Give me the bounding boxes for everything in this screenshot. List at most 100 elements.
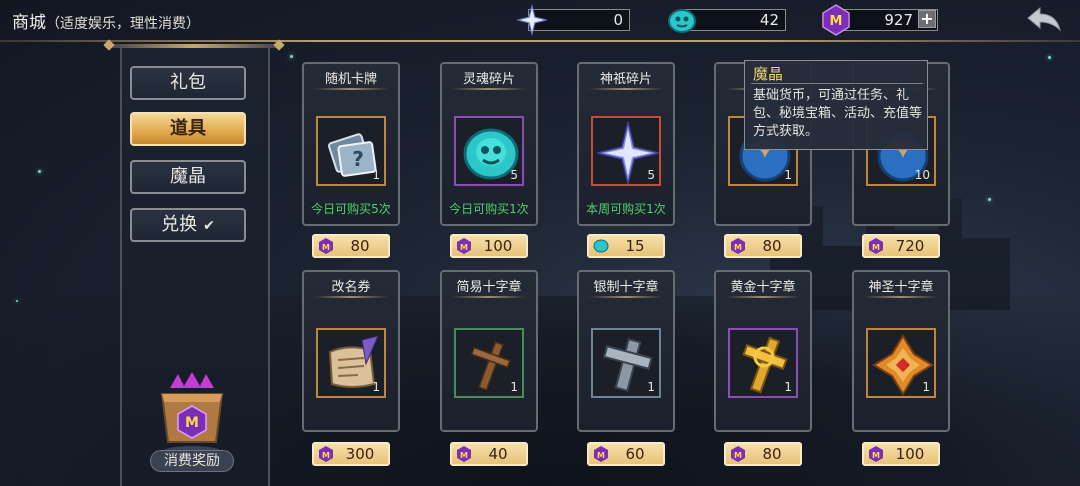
sidebar-top-ornament — [105, 44, 283, 48]
item-name: 黄金十字章 — [730, 280, 796, 295]
item-quantity: 1 — [784, 168, 792, 182]
buy-button[interactable]: M 40 — [450, 442, 528, 466]
magic-crystal-icon: M — [594, 446, 608, 462]
price-value: 40 — [488, 445, 508, 463]
top-bar: 商城（适度娱乐，理性消费） 0 42 927 M + — [0, 0, 1080, 42]
item-quantity: 1 — [372, 380, 380, 394]
page-title-text: 商城 — [12, 13, 46, 33]
spending-reward-label[interactable]: 消费奖励 — [150, 450, 234, 472]
item-quantity: 1 — [784, 380, 792, 394]
item-slot: 5 — [591, 116, 661, 186]
svg-text:M: M — [872, 243, 880, 252]
divider-ornament — [452, 296, 526, 298]
divider-ornament — [314, 296, 388, 298]
divider-ornament — [452, 88, 526, 90]
price-value: 100 — [895, 445, 925, 463]
shop-item-card[interactable]: 改名券 1 — [302, 270, 400, 432]
divider-ornament — [864, 296, 938, 298]
star-decoration — [988, 198, 991, 201]
divider-ornament — [726, 296, 800, 298]
sidebar-item-gift-pack[interactable]: 礼包 — [130, 66, 246, 100]
item-slot: 1 — [316, 328, 386, 398]
star-shard-icon — [516, 4, 548, 36]
buy-button[interactable]: M 100 — [450, 234, 528, 258]
price-value: 80 — [762, 445, 782, 463]
magic-crystal-icon: M — [319, 446, 333, 462]
buy-button[interactable]: M 100 — [862, 442, 940, 466]
shop-item-card[interactable]: 黄金十字章 1 — [714, 270, 812, 432]
item-slot: ? 1 — [316, 116, 386, 186]
shop-item-card[interactable]: 神圣十字章 1 — [852, 270, 950, 432]
svg-text:M: M — [322, 451, 330, 460]
sidebar-item-items[interactable]: 道具 — [130, 112, 246, 146]
svg-text:M: M — [734, 243, 742, 252]
buy-button[interactable]: M 300 — [312, 442, 390, 466]
svg-text:?: ? — [352, 147, 364, 171]
price-value: 60 — [625, 445, 645, 463]
item-quantity: 1 — [922, 380, 930, 394]
shop-item-card[interactable]: 简易十字章 1 — [440, 270, 538, 432]
item-slot: 1 — [591, 328, 661, 398]
svg-text:M: M — [830, 14, 843, 29]
svg-text:M: M — [734, 451, 742, 460]
item-quantity: 1 — [647, 380, 655, 394]
item-name: 银制十字章 — [593, 280, 659, 295]
item-name: 神祇碎片 — [599, 72, 652, 87]
currency-tooltip: 魔晶 基础货币，可通过任务、礼包、秘境宝箱、活动、充值等方式获取。 — [744, 60, 928, 150]
currency-magic-crystal: 927 M + — [820, 4, 940, 36]
currency-soul-stone: 42 — [666, 9, 786, 33]
item-quantity: 5 — [510, 168, 518, 182]
star-decoration — [1048, 56, 1051, 59]
price-value: 100 — [483, 237, 513, 255]
chevron-down-icon: ✔ — [203, 218, 215, 234]
magic-crystal-icon: M — [457, 446, 471, 462]
tooltip-body: 基础货币，可通过任务、礼包、秘境宝箱、活动、充值等方式获取。 — [753, 88, 923, 139]
shop-item-card[interactable]: 随机卡牌 ? 1 今日可购买5次 — [302, 62, 400, 226]
divider-ornament — [589, 296, 663, 298]
magic-crystal-icon: M — [869, 446, 883, 462]
star-decoration — [290, 55, 293, 58]
soul-stone-icon — [593, 239, 609, 253]
price-value: 80 — [350, 237, 370, 255]
buy-button[interactable]: 15 — [587, 234, 665, 258]
price-value: 300 — [345, 445, 375, 463]
shop-item-card[interactable]: 神祇碎片 5 本周可购买1次 — [577, 62, 675, 226]
tooltip-title: 魔晶 — [753, 65, 784, 83]
buy-button[interactable]: M 80 — [312, 234, 390, 258]
buy-button[interactable]: M 80 — [724, 442, 802, 466]
divider-ornament — [589, 88, 663, 90]
add-crystal-button[interactable]: + — [918, 10, 936, 28]
item-slot: 1 — [454, 328, 524, 398]
divider-ornament — [314, 88, 388, 90]
sidebar-item-label: 礼包 — [170, 72, 206, 93]
sidebar-item-exchange[interactable]: 兑换 ✔ — [130, 208, 246, 242]
price-value: 720 — [895, 237, 925, 255]
svg-text:M: M — [460, 451, 468, 460]
sidebar-item-label: 道具 — [170, 118, 206, 139]
svg-text:M: M — [185, 415, 199, 431]
magic-crystal-icon: M — [319, 238, 333, 254]
price-value: 15 — [625, 237, 645, 255]
item-slot: 1 — [728, 328, 798, 398]
buy-button[interactable]: M 60 — [587, 442, 665, 466]
svg-text:M: M — [597, 451, 605, 460]
shop-item-card[interactable]: 灵魂碎片 5 今日可购买1次 — [440, 62, 538, 226]
page-subtitle: （适度娱乐，理性消费） — [46, 16, 200, 32]
item-quantity: 5 — [647, 168, 655, 182]
top-divider — [0, 40, 1080, 42]
buy-button[interactable]: M 80 — [724, 234, 802, 258]
item-quantity: 1 — [372, 168, 380, 182]
shop-item-card[interactable]: 银制十字章 1 — [577, 270, 675, 432]
page-title: 商城（适度娱乐，理性消费） — [12, 8, 200, 33]
magic-crystal-icon: M — [731, 238, 745, 254]
currency-star-shard: 0 — [516, 4, 630, 36]
price-value: 80 — [762, 237, 782, 255]
magic-crystal-icon: M — [731, 446, 745, 462]
buy-button[interactable]: M 720 — [862, 234, 940, 258]
magic-crystal-icon: M — [869, 238, 883, 254]
item-slot: 1 — [866, 328, 936, 398]
item-name: 神圣十字章 — [868, 280, 934, 295]
sidebar-item-label: 兑换 — [161, 214, 198, 235]
back-button[interactable] — [1024, 6, 1064, 34]
sidebar-item-crystal[interactable]: 魔晶 — [130, 160, 246, 194]
